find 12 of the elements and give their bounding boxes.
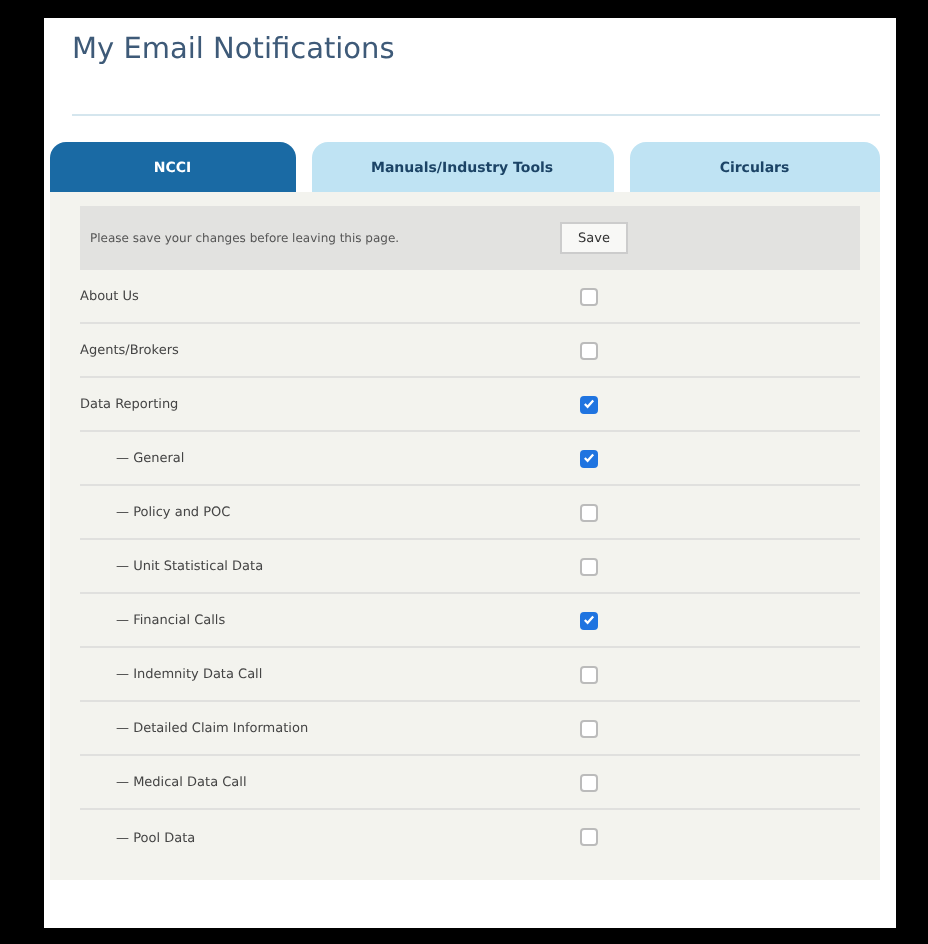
checkbox[interactable] — [580, 665, 598, 683]
checkbox[interactable] — [580, 395, 598, 413]
checkbox[interactable] — [580, 773, 598, 791]
checkbox[interactable] — [580, 557, 598, 575]
checkbox[interactable] — [580, 341, 598, 359]
checkbox[interactable] — [580, 828, 598, 846]
page-title: My Email Notifications — [72, 34, 397, 70]
checkbox[interactable] — [580, 287, 598, 305]
checkbox[interactable] — [580, 449, 598, 467]
checkbox[interactable] — [580, 611, 598, 629]
checkbox[interactable] — [580, 719, 598, 737]
checkbox[interactable] — [580, 503, 598, 521]
